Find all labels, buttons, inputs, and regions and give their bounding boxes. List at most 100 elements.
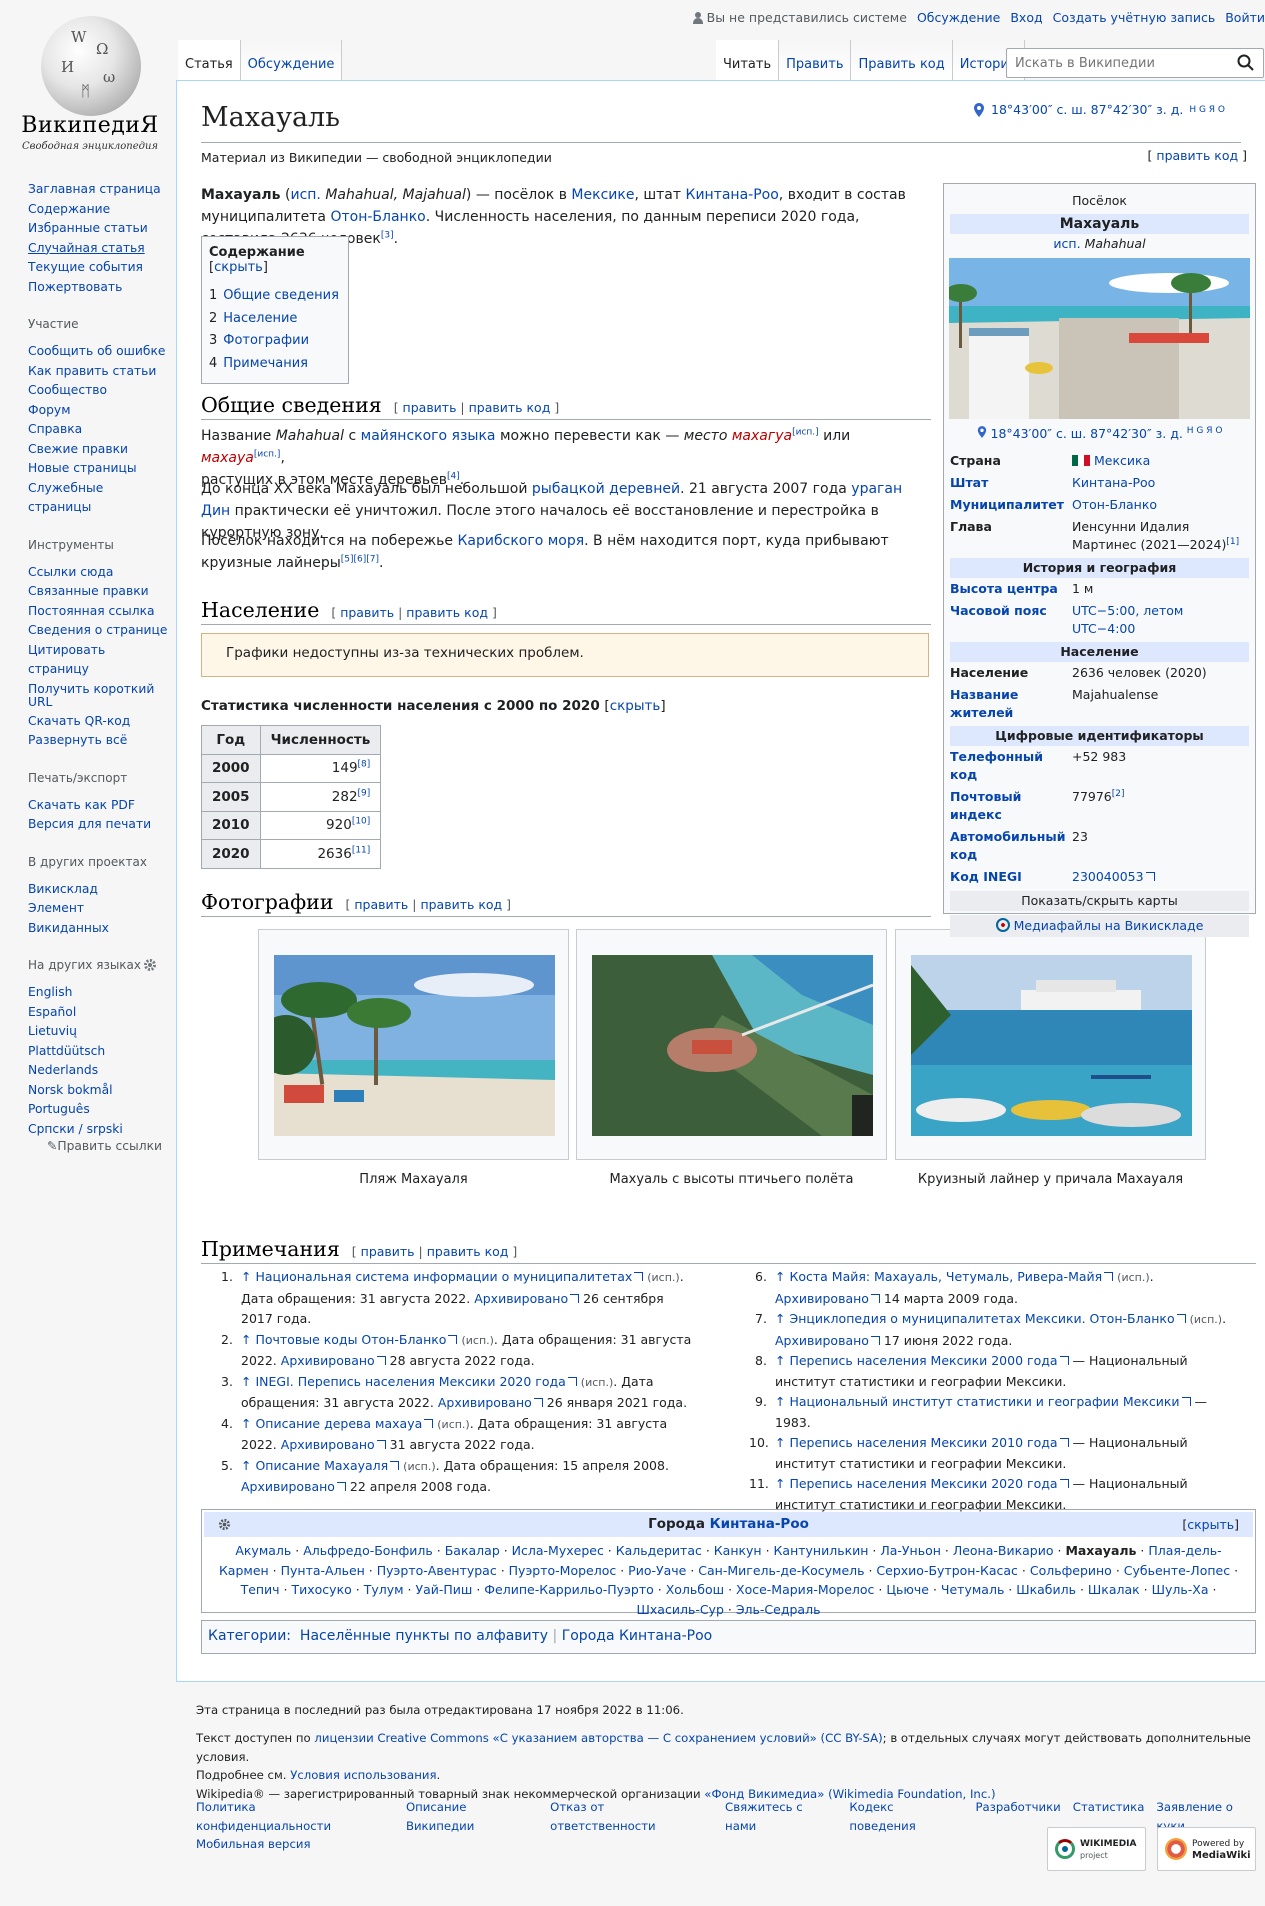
redlink[interactable]: махауа	[201, 450, 254, 466]
language-link[interactable]: Plattdüütsch	[28, 1042, 168, 1062]
sidebar-item[interactable]: Связанные правки	[28, 582, 168, 602]
caribbean-link[interactable]: Карибского моря	[457, 533, 584, 549]
navbox-link[interactable]: Хольбош	[666, 1582, 724, 1597]
gallery-image-cruise[interactable]	[911, 955, 1192, 1136]
commons-link-row[interactable]: Медиафайлы на Викискладе	[950, 915, 1249, 938]
toc-item[interactable]: 3 Фотографии	[209, 330, 341, 353]
ref-external-link[interactable]: Почтовые коды Отон-Бланко	[255, 1332, 446, 1347]
navbox-link[interactable]: Тепич	[241, 1582, 280, 1597]
sidebar-item-main[interactable]: Заглавная страница	[28, 180, 168, 200]
sidebar-item[interactable]: Новые страницы	[28, 459, 168, 479]
infobox-image[interactable]	[949, 258, 1250, 419]
navbox-link[interactable]: Хосе-Мария-Морелос	[736, 1582, 874, 1597]
gear-icon[interactable]	[218, 1518, 231, 1531]
sidebar-item-featured[interactable]: Избранные статьи	[28, 219, 168, 239]
infobox-coordinates[interactable]: 18°43′00″ с. ш. 87°42′30″ з. д. H G Я O	[944, 421, 1255, 444]
coords-text[interactable]: 18°43′00″ с. ш. 87°42′30″ з. д.	[991, 102, 1183, 117]
navbox-link[interactable]: Бакалар	[445, 1543, 500, 1558]
mediawiki-badge[interactable]: Powered by MediaWiki	[1157, 1827, 1256, 1871]
interwiki-link[interactable]: [исп.]	[254, 449, 281, 459]
navbox-link[interactable]: Уай-Пиш	[415, 1582, 472, 1597]
title-coordinates[interactable]: 18°43′00″ с. ш. 87°42′30″ з. д. H G Я O	[973, 102, 1225, 117]
edit-full-link[interactable]: [ править код ]	[1148, 148, 1247, 163]
sidebar-item-current-events[interactable]: Текущие события	[28, 258, 168, 278]
talk-link[interactable]: Обсуждение	[917, 10, 1000, 25]
infobox-key-link[interactable]: Почтовый индекс	[950, 788, 1072, 824]
sidebar-item[interactable]: Скачать как PDF	[28, 796, 168, 816]
mobile-view-link[interactable]: Мобильная версия	[196, 1837, 311, 1851]
section-edit-source-link[interactable]: править код	[427, 1244, 509, 1259]
ref-external-link[interactable]: Описание дерева махауа	[255, 1416, 422, 1431]
tab-article[interactable]: Статья	[178, 40, 241, 80]
sidebar-item[interactable]: Служебные страницы	[28, 479, 168, 518]
footer-link[interactable]: Политика конфиденциальности	[196, 1798, 394, 1835]
ref-external-link[interactable]: Перепись населения Мексики 2000 года	[789, 1353, 1057, 1368]
sidebar-item[interactable]: Справка	[28, 420, 168, 440]
category-link[interactable]: Населённые пункты по алфавиту	[300, 1628, 548, 1644]
navbox-link[interactable]: Акумаль	[235, 1543, 291, 1558]
section-edit-link[interactable]: править	[361, 1244, 415, 1259]
section-edit-source-link[interactable]: править код	[420, 897, 502, 912]
lang-link[interactable]: исп.	[290, 187, 320, 203]
ref-back-link[interactable]: ↑	[775, 1394, 785, 1409]
navbox-link[interactable]: Шкабиль	[1016, 1582, 1076, 1597]
infobox-key-link[interactable]: Муниципалитет	[950, 496, 1072, 514]
sidebar-item[interactable]: Элемент Викиданных	[28, 899, 168, 938]
ref-back-link[interactable]: ↑	[241, 1374, 251, 1389]
footer-link[interactable]: Кодекс поведения	[849, 1798, 963, 1835]
infobox-key-link[interactable]: Высота центра	[950, 580, 1072, 598]
ref-external-link[interactable]: Перепись населения Мексики 2020 года	[789, 1476, 1057, 1491]
tab-edit-source[interactable]: Править код	[851, 40, 953, 80]
create-account-link[interactable]: Создать учётную запись	[1053, 10, 1216, 25]
footer-link[interactable]: Свяжитесь с нами	[725, 1798, 837, 1835]
section-edit-link[interactable]: править	[340, 605, 394, 620]
toc-hide-link[interactable]: скрыть	[214, 260, 263, 275]
ref-back-link[interactable]: ↑	[775, 1353, 785, 1368]
interwiki-link[interactable]: [исп.]	[792, 427, 819, 437]
language-link[interactable]: Norsk bokmål	[28, 1081, 168, 1101]
gallery-image-beach[interactable]	[274, 955, 555, 1136]
ref-link[interactable]: [10]	[352, 817, 370, 827]
ref-back-link[interactable]: ↑	[241, 1458, 251, 1473]
sidebar-item[interactable]: Скачать QR-код	[28, 712, 168, 732]
ref-link[interactable]: [1]	[1226, 537, 1239, 547]
section-edit-link[interactable]: править	[403, 400, 457, 415]
sidebar-item[interactable]: Сведения о странице	[28, 621, 168, 641]
navbox-link[interactable]: Кальдеритас	[616, 1543, 702, 1558]
ref-external-link[interactable]: INEGI. Перепись населения Мексики 2020 г…	[255, 1374, 565, 1389]
ref-external-link[interactable]: Описание Махауаля	[255, 1458, 388, 1473]
infobox-key-link[interactable]: Автомобильный код	[950, 828, 1065, 864]
category-link[interactable]: Города Кинтана-Роо	[562, 1628, 713, 1644]
sidebar-item[interactable]: Цитировать страницу	[28, 641, 168, 680]
ref-back-link[interactable]: ↑	[241, 1332, 251, 1347]
sidebar-item-donate[interactable]: Пожертвовать	[28, 278, 168, 298]
municipality-link[interactable]: Отон-Бланко	[330, 209, 425, 225]
ref-back-link[interactable]: ↑	[241, 1269, 251, 1284]
ref-back-link[interactable]: ↑	[775, 1311, 785, 1326]
navbox-link[interactable]: Пунта-Альен	[281, 1563, 365, 1578]
edit-links[interactable]: Править ссылки	[57, 1139, 162, 1153]
ref-external-link[interactable]: Национальный институт статистики и геогр…	[789, 1394, 1179, 1409]
navbox-link[interactable]: Ла-Уньон	[880, 1543, 941, 1558]
sidebar-item[interactable]: Форум	[28, 401, 168, 421]
navbox-link[interactable]: Эль-Седраль	[736, 1602, 821, 1617]
language-link[interactable]: Српски / srpski	[28, 1120, 168, 1140]
navbox-link[interactable]: Фелипе-Каррильо-Пуэрто	[484, 1582, 654, 1597]
infobox-key-link[interactable]: Название жителей	[950, 686, 1072, 722]
archive-link[interactable]: Архивировано	[474, 1291, 568, 1306]
language-link[interactable]: Español	[28, 1003, 168, 1023]
redlink[interactable]: махагуа	[732, 428, 792, 444]
categories-label[interactable]: Категории:	[208, 1628, 291, 1644]
sidebar-item[interactable]: Версия для печати	[28, 815, 168, 835]
sidebar-item[interactable]: Ссылки сюда	[28, 563, 168, 583]
ref-external-link[interactable]: Коста Майя: Махауаль, Четумаль, Ривера-М…	[789, 1269, 1102, 1284]
gear-icon[interactable]	[143, 958, 157, 972]
section-edit-link[interactable]: править	[354, 897, 408, 912]
ref-back-link[interactable]: ↑	[775, 1269, 785, 1284]
archive-link[interactable]: Архивировано	[281, 1437, 375, 1452]
infobox-link[interactable]: Отон-Бланко	[1072, 497, 1157, 512]
toc-item[interactable]: 4 Примечания	[209, 353, 341, 376]
ref-link[interactable]: [2]	[1112, 789, 1125, 799]
infobox-key-link[interactable]: Телефонный код	[950, 748, 1072, 784]
navbox-link[interactable]: Пуэрто-Морелос	[509, 1563, 617, 1578]
